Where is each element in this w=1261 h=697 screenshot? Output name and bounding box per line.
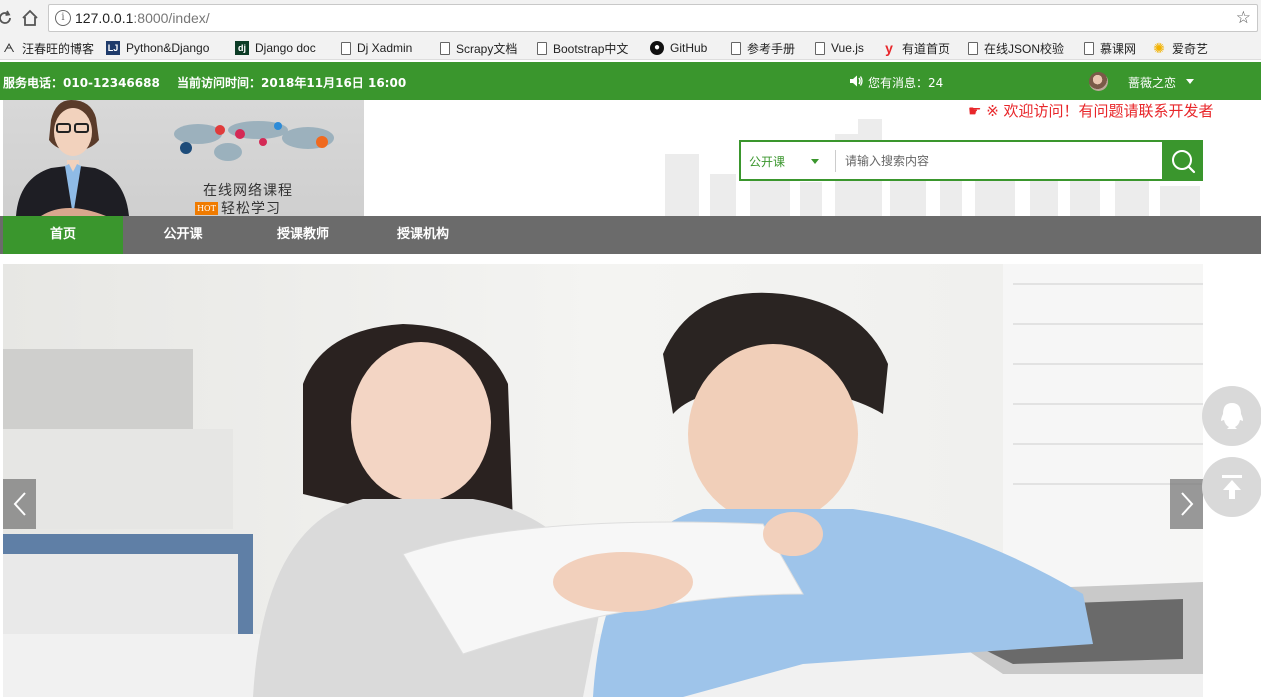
speaker-icon (850, 75, 863, 87)
url-host: 127.0.0.1 (75, 10, 134, 26)
avatar[interactable] (1089, 72, 1108, 91)
page-icon (537, 41, 547, 55)
carousel-prev-button[interactable] (3, 479, 36, 529)
bookmark-item[interactable]: ● GitHub (650, 39, 707, 57)
logo-person-illustration (16, 100, 129, 216)
bookmark-item[interactable]: 参考手册 (731, 39, 795, 57)
bookmark-item[interactable]: y 有道首页 (882, 39, 950, 57)
world-map-illustration (174, 121, 334, 161)
visit-time: 当前访问时间：2018年11月16日 16:00 (177, 76, 407, 90)
nav-item-teachers[interactable]: 授课教师 (243, 216, 363, 254)
bookmark-item[interactable]: Dj Xadmin (341, 39, 412, 57)
home-icon[interactable] (19, 7, 41, 29)
logo-tagline-1: 在线网络课程 (203, 183, 293, 199)
logo-tagline-2: 轻松学习 (221, 201, 281, 216)
search-category-select[interactable]: 公开课 (749, 153, 785, 170)
page-icon (968, 41, 978, 55)
youdao-icon: y (885, 40, 893, 56)
search-button[interactable] (1162, 140, 1203, 181)
nav-item-organizations[interactable]: 授课机构 (363, 216, 483, 254)
chevron-left-icon (13, 492, 26, 516)
reload-icon[interactable] (0, 7, 16, 29)
qq-contact-button[interactable] (1202, 386, 1261, 446)
arrow-up-icon (1222, 475, 1242, 499)
back-to-top-button[interactable] (1202, 457, 1261, 517)
username-link[interactable]: 蔷薇之恋 (1128, 74, 1176, 91)
page-icon (815, 41, 825, 55)
page-icon (341, 41, 351, 55)
welcome-marquee: ☛ ※ 欢迎访问！有问题请联系开发者 (968, 102, 1214, 118)
nav-item-home[interactable]: 首页 (3, 216, 123, 254)
site-header: 在线网络课程 HOT 轻松学习 ☛ ※ 欢迎访问！有问题请联系开发者 公开课 (0, 100, 1261, 216)
site-logo[interactable]: 在线网络课程 HOT 轻松学习 (3, 100, 364, 216)
bookmark-item[interactable]: LJ Python&Django (106, 39, 209, 57)
messages-link[interactable]: 您有消息：24 (868, 74, 943, 91)
caret-down-icon[interactable] (1186, 79, 1194, 84)
browser-address-bar: i 127.0.0.1:8000/index/ ☆ (0, 0, 1261, 36)
bookmark-item[interactable]: 慕课网 (1084, 39, 1136, 57)
carousel-next-button[interactable] (1170, 479, 1203, 529)
qq-icon (1221, 403, 1243, 429)
banner-carousel[interactable] (3, 264, 1203, 697)
site-info-icon[interactable]: i (55, 10, 71, 26)
search-input[interactable] (845, 148, 1155, 174)
page-icon (440, 41, 450, 55)
main-nav: 首页 公开课 授课教师 授课机构 (0, 216, 1261, 254)
dj-icon: dj (235, 41, 249, 55)
url-path: :8000/index/ (133, 10, 210, 26)
chevron-down-icon[interactable] (811, 159, 819, 164)
service-phone: 服务电话：010-12346688 (3, 76, 160, 90)
search-box: 公开课 (739, 140, 1203, 181)
user-icon: ᗅ (3, 41, 15, 55)
bookmark-item[interactable]: Bootstrap中文 (537, 39, 628, 57)
hot-badge: HOT (195, 202, 218, 215)
bookmarks-bar: ᗅ 汪春旺的博客 LJ Python&Django dj Django doc Dj … (0, 36, 1261, 60)
bookmark-star-icon[interactable]: ☆ (1236, 8, 1251, 28)
search-divider (835, 150, 836, 172)
chevron-right-icon (1180, 492, 1193, 516)
search-icon (1171, 149, 1195, 173)
bookmark-item[interactable]: Vue.js (815, 39, 864, 57)
bookmark-item[interactable]: ✺ 爱奇艺 (1152, 39, 1208, 57)
bookmark-item[interactable]: ᗅ 汪春旺的博客 (2, 39, 94, 57)
iqiyi-icon: ✺ (1153, 40, 1165, 56)
github-icon: ● (650, 41, 664, 55)
nav-item-courses[interactable]: 公开课 (123, 216, 243, 254)
page-icon (731, 41, 741, 55)
lj-icon: LJ (106, 41, 120, 55)
site-topbar: 服务电话：010-12346688 当前访问时间：2018年11月16日 16:… (0, 62, 1261, 100)
bookmark-item[interactable]: dj Django doc (235, 39, 316, 57)
bookmark-item[interactable]: Scrapy文档 (440, 39, 517, 57)
page-icon (1084, 41, 1094, 55)
bookmark-item[interactable]: 在线JSON校验 (968, 39, 1064, 57)
url-field[interactable]: i 127.0.0.1:8000/index/ ☆ (48, 4, 1258, 32)
banner-image (3, 264, 1203, 697)
